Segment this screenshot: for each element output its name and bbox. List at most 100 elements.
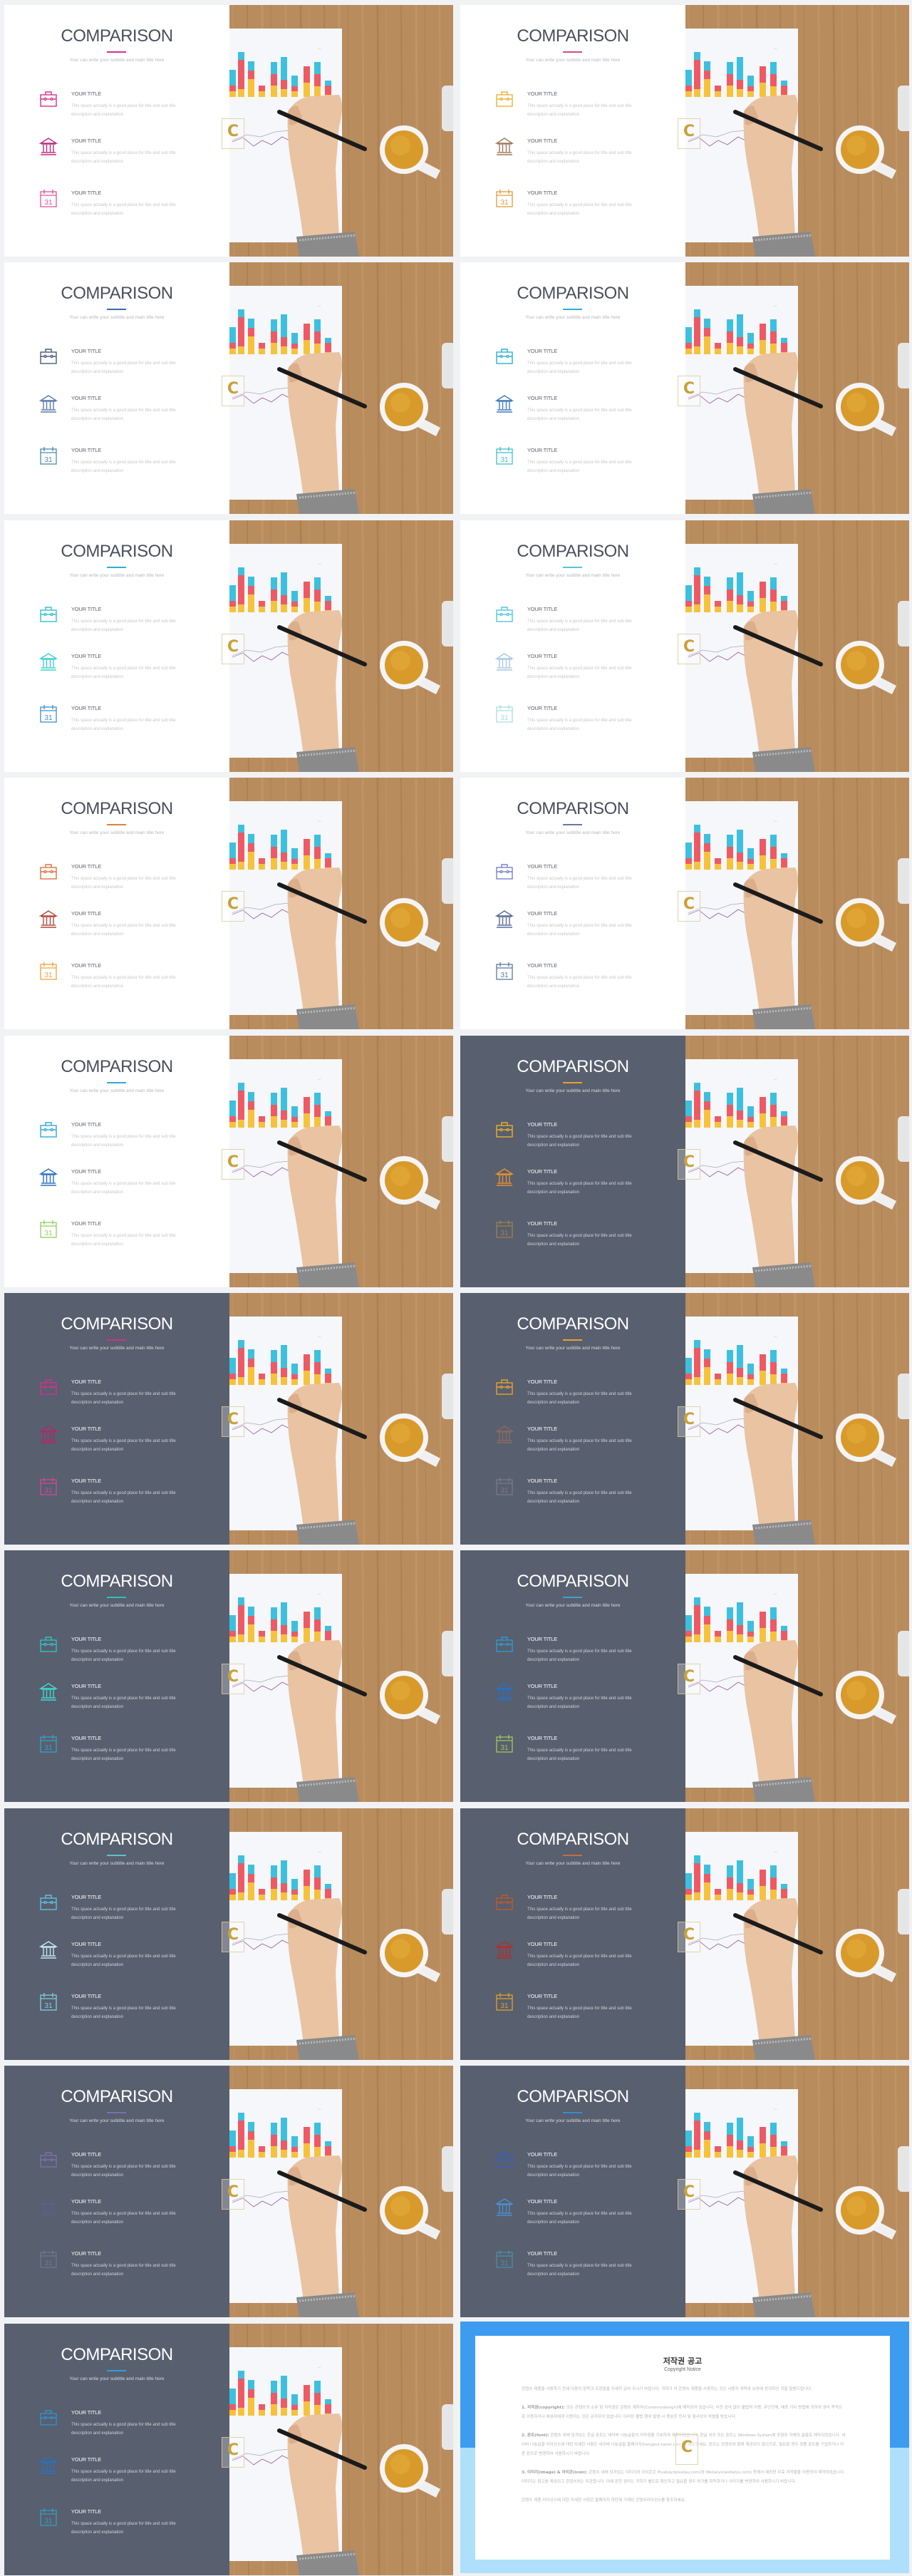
slide-thumbnail[interactable]: COMPARISON Your can write your subtitle a…: [4, 1550, 453, 1803]
chart-bar-red: [314, 1104, 321, 1117]
chart-bar-cyan: [737, 572, 743, 595]
item-description: This space actually is a good place for …: [527, 666, 632, 679]
chart-bar-cyan: [781, 1626, 787, 1632]
chart-bar-yellow: [291, 2152, 298, 2158]
slide-thumbnail[interactable]: COMPARISON Your can write your subtitle a…: [4, 2323, 453, 2575]
photo-desk-chart-image: ▪ ▪ ▪: [685, 262, 909, 515]
notice-intro: 콘텐츠 제품을 사용하기 전에 다음의 항목과 조항들을 자세히 읽어 주시기 …: [522, 2386, 813, 2391]
chart-bar-yellow: [747, 349, 754, 355]
chart-bar-yellow: [694, 1119, 700, 1128]
comparison-item: YOUR TITLE This space actually is a good …: [35, 90, 220, 125]
chart-bar-yellow: [229, 91, 236, 97]
item-description: This space actually is a good place for …: [71, 1748, 176, 1762]
slide-subtitle: Your can write your subtitle and main ti…: [525, 58, 621, 63]
slide-thumbnail[interactable]: COMPARISON Your can write your subtitle a…: [460, 1808, 909, 2060]
chart-bar-red: [325, 1374, 331, 1383]
chart-bar-yellow: [281, 1634, 287, 1643]
slide-thumbnail[interactable]: COMPARISON Your can write your subtitle a…: [4, 262, 453, 515]
slide-thumbnail[interactable]: COMPARISON Your can write your subtitle a…: [4, 2066, 453, 2318]
slide-text-panel: COMPARISON Your can write your subtitle a…: [460, 1293, 685, 1545]
briefcase-icon: [495, 1635, 514, 1654]
slide-thumbnail[interactable]: COMPARISON Your can write your subtitle a…: [4, 520, 453, 772]
comparison-item: YOUR TITLE This space actually is a good …: [35, 2456, 220, 2491]
slide-thumbnail[interactable]: COMPARISON Your can write your subtitle a…: [460, 1550, 909, 1803]
slide-thumbnail[interactable]: COMPARISON Your can write your subtitle a…: [4, 778, 453, 1030]
comparison-item: YOUR TITLE This space actually is a good …: [35, 862, 220, 898]
item-title: YOUR TITLE: [527, 962, 558, 969]
laptop-edge: [898, 86, 909, 131]
item-title: YOUR TITLE: [527, 910, 558, 917]
slide-thumbnail[interactable]: COMPARISON Your can write your subtitle a…: [460, 2066, 909, 2318]
chart-bar-red: [229, 2404, 236, 2410]
item-title: YOUR TITLE: [527, 1120, 558, 1128]
chart-bar-cyan: [238, 1855, 244, 1863]
chart-bar-red: [770, 1362, 777, 1374]
bank-icon: [38, 1682, 58, 1701]
chart-bar-yellow: [248, 594, 254, 612]
comparison-item: YOUR TITLE This space actually is a good …: [35, 137, 220, 172]
photo-desk-chart-image: ▪ ▪ ▪: [229, 2323, 453, 2575]
chart-bar-cyan: [694, 1340, 700, 1348]
chart-bar-cyan: [291, 333, 298, 344]
slide-title: COMPARISON: [517, 1572, 629, 1592]
chart-bar-red: [685, 1888, 692, 1895]
laptop-edge: [442, 86, 453, 131]
chart-bar-cyan: [325, 2141, 331, 2147]
chart-bar-red: [685, 343, 692, 349]
comparison-item: YOUR TITLE This space actually is a good …: [491, 1120, 676, 1156]
chart-bar-yellow: [715, 1379, 721, 1385]
chart-bar-cyan: [271, 1092, 277, 1105]
chart-bar-yellow: [271, 1888, 277, 1900]
chart-bar-yellow: [704, 2140, 710, 2158]
slide-thumbnail[interactable]: COMPARISON Your can write your subtitle a…: [460, 262, 909, 515]
chart-bar-yellow: [271, 2404, 277, 2416]
chart-bar-yellow: [747, 1894, 754, 1900]
copyright-notice-slide[interactable]: 저작권 공고 Copyright Notice 콘텐츠 제품을 사용하기 전에 다음…: [460, 2321, 909, 2573]
slide-thumbnail[interactable]: COMPARISON Your can write your subtitle a…: [4, 1035, 453, 1287]
slide-thumbnail[interactable]: COMPARISON Your can write your subtitle a…: [460, 520, 909, 772]
item-description: This space actually is a good place for …: [71, 1233, 176, 1247]
chart-bar-red: [760, 1869, 766, 1886]
slide-thumbnail[interactable]: COMPARISON Your can write your subtitle a…: [460, 1035, 909, 1287]
slide-title: COMPARISON: [517, 1056, 629, 1076]
item-title: YOUR TITLE: [71, 395, 102, 402]
chart-bar-cyan: [291, 2136, 298, 2148]
slide-title: COMPARISON: [517, 26, 629, 46]
chart-bar-yellow: [238, 1377, 244, 1385]
slide-subtitle: Your can write your subtitle and main ti…: [525, 2118, 621, 2124]
slide-thumbnail[interactable]: COMPARISON Your can write your subtitle a…: [4, 5, 453, 257]
chart-bar-yellow: [704, 852, 710, 870]
chart-bar-yellow: [248, 2140, 254, 2158]
comparison-item: 31 YOUR TITLE This space actually is a goo…: [35, 446, 220, 482]
slide-thumbnail[interactable]: COMPARISON Your can write your subtitle a…: [460, 1293, 909, 1545]
chart-bar-yellow: [304, 1113, 310, 1128]
item-description: This space actually is a good place for …: [527, 1491, 632, 1504]
comparison-item: YOUR TITLE This space actually is a good …: [35, 1893, 220, 1929]
photo-desk-chart-image: ▪ ▪ ▪: [685, 1808, 909, 2060]
chart-bar-yellow: [271, 1374, 277, 1385]
item-description: This space actually is a good place for …: [71, 460, 176, 474]
slide-thumbnail[interactable]: COMPARISON Your can write your subtitle a…: [460, 778, 909, 1030]
title-underline: [107, 1597, 126, 1599]
slide-subtitle: Your can write your subtitle and main ti…: [525, 315, 621, 321]
item-description: This space actually is a good place for …: [527, 1748, 632, 1762]
chart-bar-cyan: [238, 1082, 244, 1091]
item-description: This space actually is a good place for …: [71, 1134, 176, 1148]
slide-thumbnail[interactable]: COMPARISON Your can write your subtitle a…: [4, 1293, 453, 1545]
slide-thumbnail[interactable]: COMPARISON Your can write your subtitle a…: [460, 5, 909, 257]
comparison-item: YOUR TITLE This space actually is a good …: [491, 910, 676, 945]
chart-bar-red: [760, 1612, 766, 1629]
chart-bar-red: [314, 589, 321, 602]
comparison-item: 31 YOUR TITLE This space actually is a goo…: [491, 1477, 676, 1513]
chart-bar-yellow: [271, 858, 277, 870]
watermark-logo: C: [222, 118, 244, 149]
item-description: This space actually is a good place for …: [71, 1649, 176, 1663]
svg-text:31: 31: [44, 456, 53, 464]
comparison-item: YOUR TITLE This space actually is a good …: [491, 1940, 676, 1976]
chart-bar-cyan: [281, 2118, 287, 2141]
chart-bar-yellow: [770, 601, 777, 612]
item-title: YOUR TITLE: [71, 1478, 102, 1484]
svg-text:31: 31: [500, 1487, 509, 1495]
slide-thumbnail[interactable]: COMPARISON Your can write your subtitle a…: [4, 1808, 453, 2060]
chart-bar-red: [704, 1616, 710, 1625]
